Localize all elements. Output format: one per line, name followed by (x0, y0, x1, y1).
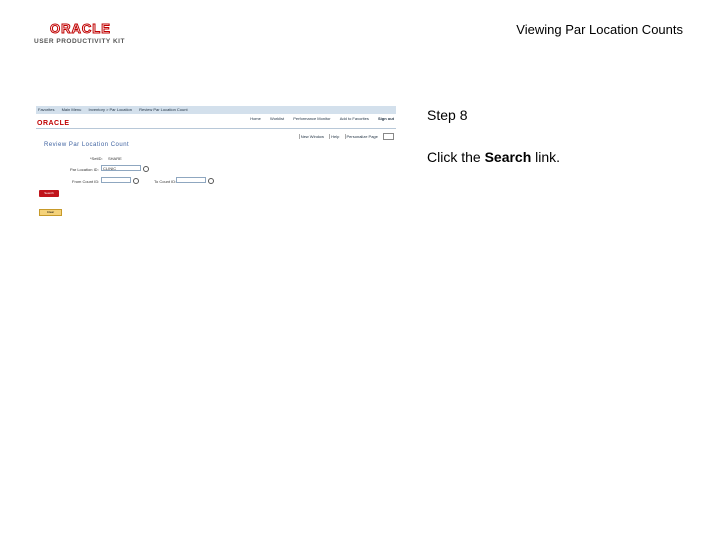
http-icon[interactable] (383, 133, 394, 140)
instruction-prefix: Click the (427, 149, 485, 165)
from-count-label: From Count ID: (72, 179, 100, 184)
link-help[interactable]: Help (329, 133, 341, 139)
step-screenshot: Favorites Main Menu Inventory > Par Loca… (36, 106, 396, 231)
clear-button[interactable]: Clear (39, 209, 62, 216)
nav-inventory[interactable]: Inventory > Par Location (89, 107, 132, 112)
upk-tagline: USER PRODUCTIVITY KIT (34, 38, 125, 45)
par-location-lookup-icon[interactable] (143, 166, 149, 172)
from-count-lookup-icon[interactable] (133, 178, 139, 184)
to-count-lookup-icon[interactable] (208, 178, 214, 184)
instruction-suffix: link. (531, 149, 561, 165)
oracle-wordmark: ORACLE (50, 21, 111, 36)
link-home[interactable]: Home (250, 116, 261, 121)
breadcrumb-bar: Favorites Main Menu Inventory > Par Loca… (36, 106, 396, 114)
instruction-target: Search (484, 149, 532, 165)
from-count-input[interactable] (101, 177, 131, 183)
oracle-logo-small: ORACLE (37, 120, 70, 127)
top-links: Home Worklist Performance Monitor Add to… (242, 116, 394, 121)
link-new-window[interactable]: New Window (298, 133, 326, 139)
par-location-input[interactable]: CLINIC (101, 165, 141, 171)
step-instruction: Click the Search link. (427, 149, 560, 165)
nav-review-par-location[interactable]: Review Par Location Count (139, 107, 187, 112)
utility-links: New Window Help Personalize Page (296, 133, 394, 140)
link-sign-out[interactable]: Sign out (378, 116, 394, 121)
to-count-label: To Count ID: (154, 179, 177, 184)
nav-favorites[interactable]: Favorites (38, 107, 54, 112)
page-title: Review Par Location Count (44, 142, 130, 148)
oracle-upk-logo: ORACLE USER PRODUCTIVITY KIT (34, 21, 126, 48)
header-divider (36, 128, 396, 129)
par-location-label: Par Location ID: (70, 167, 99, 172)
setid-value: SHARE (108, 156, 122, 161)
setid-label: *SetID: (90, 156, 103, 161)
link-worklist[interactable]: Worklist (270, 116, 284, 121)
to-count-input[interactable] (176, 177, 206, 183)
document-title: Viewing Par Location Counts (516, 22, 683, 37)
nav-main-menu[interactable]: Main Menu (62, 107, 82, 112)
link-add-favorites[interactable]: Add to Favorites (340, 116, 369, 121)
step-label: Step 8 (427, 107, 468, 123)
link-performance-monitor[interactable]: Performance Monitor (293, 116, 330, 121)
search-button[interactable]: Search (39, 190, 59, 197)
link-personalize-page[interactable]: Personalize Page (344, 133, 379, 139)
